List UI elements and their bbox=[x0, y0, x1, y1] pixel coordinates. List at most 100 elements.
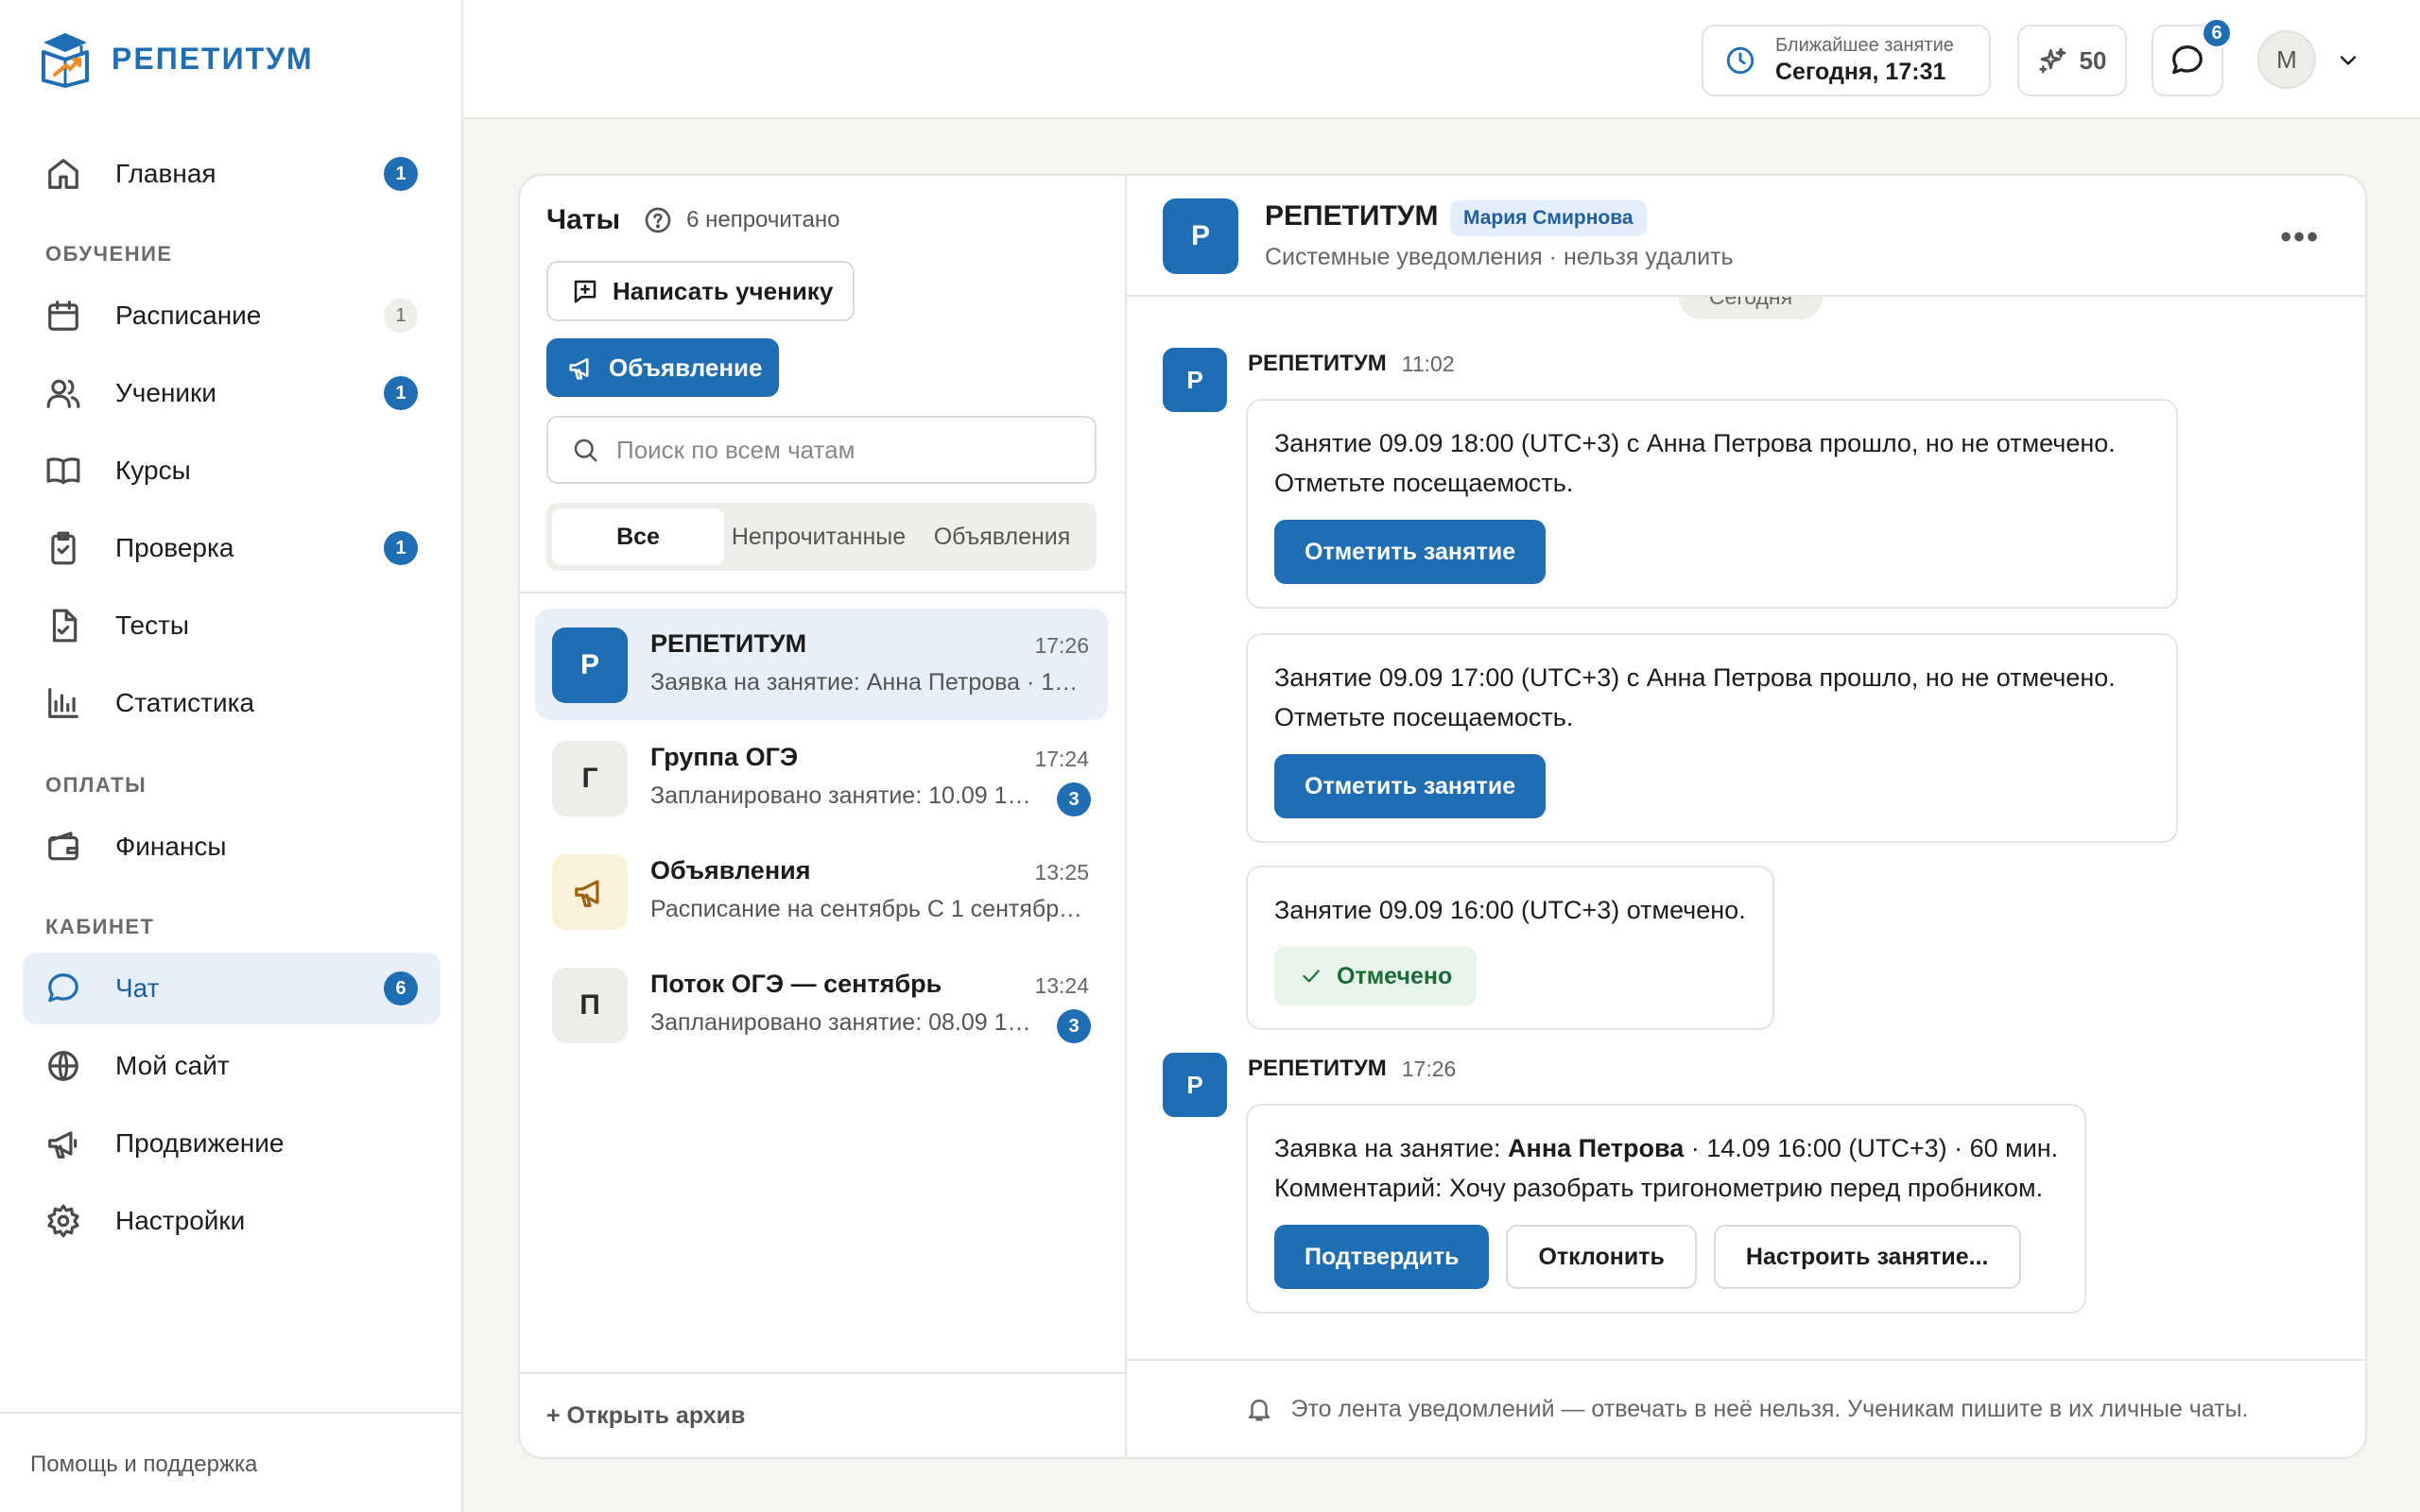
points-value: 50 bbox=[2079, 45, 2107, 75]
chat-avatar bbox=[552, 854, 628, 930]
request-student: Анна Петрова bbox=[1508, 1134, 1685, 1162]
sender-name: РЕПЕТИТУМ bbox=[1248, 1056, 1387, 1081]
chat-item-stream-oge[interactable]: П Поток ОГЭ — сентябрь 13:24 Запланирова… bbox=[535, 949, 1108, 1060]
message-bubble: Занятие 09.09 17:00 (UTC+3) с Анна Петро… bbox=[1246, 633, 2178, 843]
search-input[interactable] bbox=[616, 435, 1051, 465]
sidebar-item-home[interactable]: Главная 1 bbox=[23, 138, 441, 210]
chat-time: 17:24 bbox=[1034, 747, 1089, 771]
section-learning: ОБУЧЕНИЕ bbox=[45, 242, 173, 266]
more-options-icon[interactable]: ••• bbox=[2280, 219, 2320, 256]
confirm-button[interactable]: Подтвердить bbox=[1274, 1225, 1490, 1289]
chat-avatar: Г bbox=[552, 741, 628, 816]
message-text: Занятие 09.09 18:00 (UTC+3) с Анна Петро… bbox=[1274, 429, 2116, 497]
chat-item-announcements[interactable]: Объявления 13:25 Расписание на сентябрь … bbox=[535, 835, 1108, 947]
chat-avatar: П bbox=[552, 968, 628, 1043]
conversation-header: Р РЕПЕТИТУМ Мария Смирнова Системные уве… bbox=[1127, 176, 2365, 297]
mark-lesson-button[interactable]: Отметить занятие bbox=[1274, 520, 1547, 584]
chat-avatar: Р bbox=[552, 627, 628, 703]
unread-count: 6 непрочитано bbox=[686, 207, 840, 232]
footer-note: Это лента уведомлений — отвечать в неё н… bbox=[1290, 1395, 2249, 1422]
sidebar-item-students[interactable]: Ученики 1 bbox=[23, 357, 441, 429]
conversation: Р РЕПЕТИТУМ Мария Смирнова Системные уве… bbox=[1127, 176, 2365, 1457]
next-lesson-value: Сегодня, 17:31 bbox=[1775, 59, 1946, 85]
logo[interactable]: РЕПЕТИТУМ bbox=[38, 28, 314, 89]
announcement-label: Объявление bbox=[609, 352, 763, 382]
sidebar-item-label: Ученики bbox=[115, 378, 216, 407]
sidebar-item-promotion[interactable]: Продвижение bbox=[23, 1108, 441, 1179]
request-comment: Комментарий: Хочу разобрать тригонометри… bbox=[1274, 1174, 2044, 1202]
chat-time: 13:24 bbox=[1034, 973, 1089, 998]
chevron-down-icon[interactable] bbox=[2335, 47, 2361, 74]
sidebar-item-courses[interactable]: Курсы bbox=[23, 435, 441, 507]
sidebar-item-label: Настройки bbox=[115, 1206, 246, 1235]
sidebar-item-finance[interactable]: Финансы bbox=[23, 811, 441, 883]
tab-all[interactable]: Все bbox=[552, 508, 724, 565]
configure-lesson-button[interactable]: Настроить занятие... bbox=[1713, 1225, 2021, 1289]
divider bbox=[520, 592, 1125, 593]
decline-button[interactable]: Отклонить bbox=[1506, 1225, 1697, 1289]
clock-icon bbox=[1726, 46, 1754, 75]
sidebar-item-tests[interactable]: Тесты bbox=[23, 590, 441, 662]
unread-badge: 3 bbox=[1057, 782, 1091, 816]
sidebar-item-label: Чат bbox=[115, 973, 160, 1003]
help-circle-icon[interactable] bbox=[643, 205, 673, 235]
bell-icon bbox=[1249, 1400, 1270, 1421]
clipboard-check-icon bbox=[51, 531, 76, 565]
chat-panel: Чаты 6 непрочитано Написать ученику Объя… bbox=[518, 174, 2367, 1459]
sidebar-item-settings[interactable]: Настройки bbox=[23, 1185, 441, 1257]
message-bubble: Занятие 09.09 18:00 (UTC+3) с Анна Петро… bbox=[1246, 399, 2178, 609]
sidebar-item-schedule[interactable]: Расписание 1 bbox=[23, 280, 441, 352]
unread-badge: 3 bbox=[1057, 1009, 1091, 1043]
message-plus-icon bbox=[574, 280, 596, 303]
section-payments: ОПЛАТЫ bbox=[45, 773, 147, 797]
chat-preview: Заявка на занятие: Анна Петрова · 14.09 … bbox=[650, 669, 1087, 696]
home-icon bbox=[48, 159, 78, 189]
next-lesson-widget[interactable]: Ближайшее занятие Сегодня, 17:31 bbox=[1702, 25, 1991, 96]
sidebar-item-chat[interactable]: Чат 6 bbox=[23, 953, 441, 1024]
messages-button[interactable]: 6 bbox=[2152, 17, 2233, 96]
announcement-button[interactable]: Объявление bbox=[546, 338, 779, 397]
sidebar-item-statistics[interactable]: Статистика bbox=[23, 667, 441, 739]
message-time: 11:02 bbox=[1401, 351, 1455, 376]
check-icon bbox=[1303, 970, 1320, 983]
calendar-icon bbox=[48, 301, 78, 331]
mark-lesson-button[interactable]: Отметить занятие bbox=[1274, 754, 1547, 818]
tab-announcements[interactable]: Объявления bbox=[913, 508, 1091, 565]
conversation-name: РЕПЕТИТУМ bbox=[1265, 200, 1439, 232]
sidebar-item-review[interactable]: Проверка 1 bbox=[23, 512, 441, 584]
conversation-avatar: Р bbox=[1163, 198, 1238, 274]
topbar: Ближайшее занятие Сегодня, 17:31 50 6 М bbox=[463, 0, 2420, 119]
students-badge: 1 bbox=[384, 376, 418, 410]
home-badge: 1 bbox=[384, 157, 418, 191]
chat-time: 17:26 bbox=[1034, 633, 1089, 658]
chat-badge: 6 bbox=[384, 971, 418, 1005]
book-icon bbox=[46, 457, 80, 485]
sender-avatar: Р bbox=[1163, 348, 1227, 412]
points-button[interactable]: 50 bbox=[2017, 25, 2127, 96]
request-text: Заявка на занятие: Анна Петрова · 14.09 … bbox=[1274, 1128, 2058, 1168]
sidebar-item-my-site[interactable]: Мой сайт bbox=[23, 1030, 441, 1102]
users-icon bbox=[46, 379, 80, 408]
sidebar-item-label: Главная bbox=[115, 159, 216, 188]
sidebar-item-label: Статистика bbox=[115, 688, 255, 717]
sender-name: РЕПЕТИТУМ bbox=[1248, 351, 1387, 376]
sender-avatar: Р bbox=[1163, 1053, 1227, 1117]
tab-unread[interactable]: Непрочитанные bbox=[724, 508, 913, 565]
request-prefix: Заявка на занятие: bbox=[1274, 1134, 1509, 1162]
open-archive-link[interactable]: + Открыть архив bbox=[520, 1372, 1125, 1457]
chat-item-group-oge[interactable]: Г Группа ОГЭ 17:24 Запланировано занятие… bbox=[535, 722, 1108, 833]
chat-name: Объявления bbox=[650, 856, 811, 885]
sidebar-item-label: Мой сайт bbox=[115, 1051, 230, 1080]
conversation-subtitle: Системные уведомления · нельзя удалить bbox=[1265, 244, 1734, 270]
lesson-request-bubble: Заявка на занятие: Анна Петрова · 14.09 … bbox=[1246, 1104, 2087, 1314]
file-check-icon bbox=[52, 609, 78, 643]
chat-item-repetitum[interactable]: Р РЕПЕТИТУМ 17:26 Заявка на занятие: Анн… bbox=[535, 609, 1108, 720]
sidebar-item-label: Тесты bbox=[115, 610, 190, 640]
chats-title: Чаты bbox=[546, 204, 621, 235]
avatar[interactable]: М bbox=[2257, 30, 2316, 89]
write-student-button[interactable]: Написать ученику bbox=[546, 261, 855, 321]
filter-tabs: Все Непрочитанные Объявления bbox=[546, 503, 1097, 571]
help-link[interactable]: Помощь и поддержка bbox=[0, 1412, 461, 1512]
search-box bbox=[546, 416, 1097, 484]
message-bubble: Занятие 09.09 16:00 (UTC+3) отмечено. От… bbox=[1246, 866, 1774, 1030]
